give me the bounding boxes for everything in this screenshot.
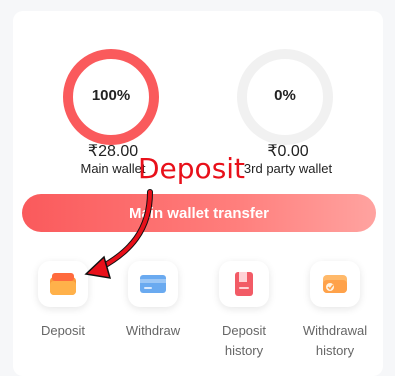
annotation-arrow-icon <box>84 189 153 279</box>
